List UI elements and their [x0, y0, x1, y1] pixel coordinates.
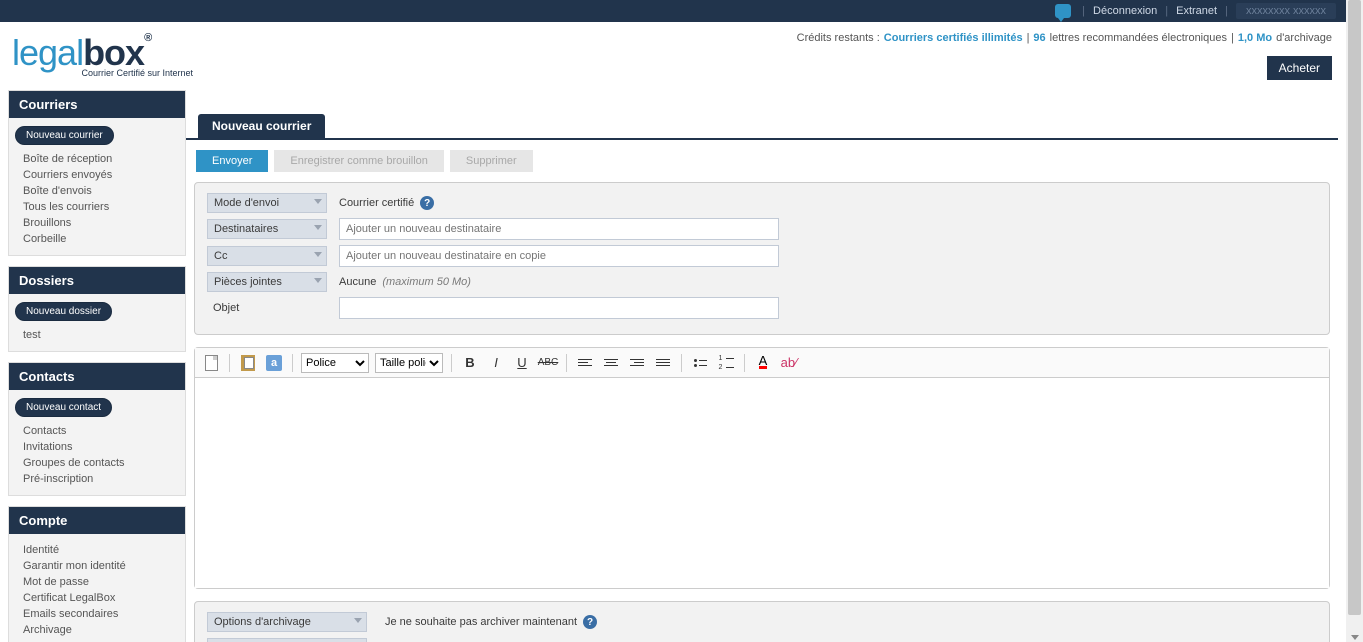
help-icon[interactable]: ? [583, 615, 597, 629]
notif-label[interactable]: Notification destinataire [207, 638, 367, 642]
underline-icon[interactable]: U [512, 353, 532, 373]
cc-label[interactable]: Cc [207, 246, 327, 266]
logo[interactable]: legalbox® Courrier Certifié sur Internet [0, 22, 200, 90]
align-right-icon[interactable] [627, 353, 647, 373]
editor-body[interactable] [195, 378, 1329, 588]
send-button[interactable]: Envoyer [196, 150, 268, 172]
recipients-input[interactable] [339, 218, 779, 240]
nav-drafts[interactable]: Brouillons [15, 215, 179, 231]
cc-input[interactable] [339, 245, 779, 267]
editor-toolbar: a Police Taille police B I U ABC 12 A [195, 348, 1329, 378]
nav-sec-emails[interactable]: Emails secondaires [15, 606, 179, 622]
recipients-label[interactable]: Destinataires [207, 219, 327, 239]
logout-link[interactable]: Déconnexion [1093, 5, 1157, 17]
nav-header-dossiers: Dossiers [9, 267, 185, 294]
chevron-down-icon [314, 225, 322, 230]
new-doc-icon[interactable] [201, 353, 221, 373]
nav-header-courriers: Courriers [9, 91, 185, 118]
scroll-thumb[interactable] [1348, 0, 1361, 615]
new-dossier-button[interactable]: Nouveau dossier [15, 302, 112, 321]
nav-header-contacts: Contacts [9, 363, 185, 390]
nav-certificate[interactable]: Certificat LegalBox [15, 590, 179, 606]
username-badge[interactable]: xxxxxxxx xxxxxx [1236, 3, 1336, 19]
nav-password[interactable]: Mot de passe [15, 574, 179, 590]
nav-outbox[interactable]: Boîte d'envois [15, 183, 179, 199]
chevron-down-icon [314, 278, 322, 283]
scroll-down-icon[interactable] [1351, 635, 1359, 640]
vertical-scrollbar[interactable] [1346, 0, 1363, 642]
attachments-none: Aucune [339, 276, 376, 288]
nav-compte: Compte Identité Garantir mon identité Mo… [8, 506, 186, 642]
credits-unlimited: Courriers certifiés illimités [884, 32, 1023, 44]
nav-contact-groups[interactable]: Groupes de contacts [15, 455, 179, 471]
nav-trash[interactable]: Corbeille [15, 231, 179, 247]
credits-bar: Crédits restants : Courriers certifiés i… [200, 22, 1346, 44]
chat-icon[interactable] [1055, 4, 1071, 18]
nav-all[interactable]: Tous les courriers [15, 199, 179, 215]
nav-invitations[interactable]: Invitations [15, 439, 179, 455]
page-title-bar: Nouveau courrier [186, 114, 1338, 140]
compose-form: Mode d'envoi Courrier certifié? Destinat… [194, 182, 1330, 335]
extranet-link[interactable]: Extranet [1176, 5, 1217, 17]
subject-label: Objet [207, 299, 327, 317]
chevron-down-icon [354, 618, 362, 623]
number-list-icon[interactable]: 12 [716, 353, 736, 373]
align-center-icon[interactable] [601, 353, 621, 373]
nav-identity[interactable]: Identité [15, 542, 179, 558]
paste-icon[interactable] [238, 353, 258, 373]
nav-sent[interactable]: Courriers envoyés [15, 167, 179, 183]
nav-guarantee[interactable]: Garantir mon identité [15, 558, 179, 574]
highlight-icon[interactable]: ab⁄ [779, 353, 799, 373]
delete-button[interactable]: Supprimer [450, 150, 533, 172]
strike-icon[interactable]: ABC [538, 353, 558, 373]
nav-contacts: Contacts Nouveau contact Contacts Invita… [8, 362, 186, 496]
bullet-list-icon[interactable] [690, 353, 710, 373]
rich-editor: a Police Taille police B I U ABC 12 A [194, 347, 1330, 589]
align-justify-icon[interactable] [653, 353, 673, 373]
font-select[interactable]: Police [301, 353, 369, 373]
nav-archiving[interactable]: Archivage [15, 622, 179, 638]
nav-folder-test[interactable]: test [15, 327, 179, 343]
options-block: Options d'archivage Je ne souhaite pas a… [194, 601, 1330, 642]
save-draft-button[interactable]: Enregistrer comme brouillon [274, 150, 444, 172]
nav-courriers: Courriers Nouveau courrier Boîte de réce… [8, 90, 186, 256]
chevron-down-icon [314, 252, 322, 257]
mode-label[interactable]: Mode d'envoi [207, 193, 327, 213]
page-title: Nouveau courrier [198, 114, 325, 138]
subject-input[interactable] [339, 297, 779, 319]
nav-preinscription[interactable]: Pré-inscription [15, 471, 179, 487]
buy-button[interactable]: Acheter [1267, 56, 1332, 80]
credits-storage: 1,0 Mo [1238, 32, 1272, 44]
help-icon[interactable]: ? [420, 196, 434, 210]
archive-options-value: Je ne souhaite pas archiver maintenant [385, 616, 577, 628]
credits-count: 96 [1033, 32, 1045, 44]
new-contact-button[interactable]: Nouveau contact [15, 398, 112, 417]
mode-value: Courrier certifié [339, 197, 414, 209]
nav-contacts-list[interactable]: Contacts [15, 423, 179, 439]
chevron-down-icon [314, 199, 322, 204]
archive-options-label[interactable]: Options d'archivage [207, 612, 367, 632]
font-size-select[interactable]: Taille police [375, 353, 443, 373]
nav-inbox[interactable]: Boîte de réception [15, 151, 179, 167]
attachments-label[interactable]: Pièces jointes [207, 272, 327, 292]
nav-dossiers: Dossiers Nouveau dossier test [8, 266, 186, 352]
nav-header-compte: Compte [9, 507, 185, 534]
paste-text-icon[interactable]: a [264, 353, 284, 373]
top-bar: | Déconnexion | Extranet | xxxxxxxx xxxx… [0, 0, 1346, 22]
align-left-icon[interactable] [575, 353, 595, 373]
new-courrier-button[interactable]: Nouveau courrier [15, 126, 114, 145]
attachments-max: (maximum 50 Mo) [382, 276, 471, 288]
text-color-icon[interactable]: A [753, 353, 773, 373]
italic-icon[interactable]: I [486, 353, 506, 373]
bold-icon[interactable]: B [460, 353, 480, 373]
